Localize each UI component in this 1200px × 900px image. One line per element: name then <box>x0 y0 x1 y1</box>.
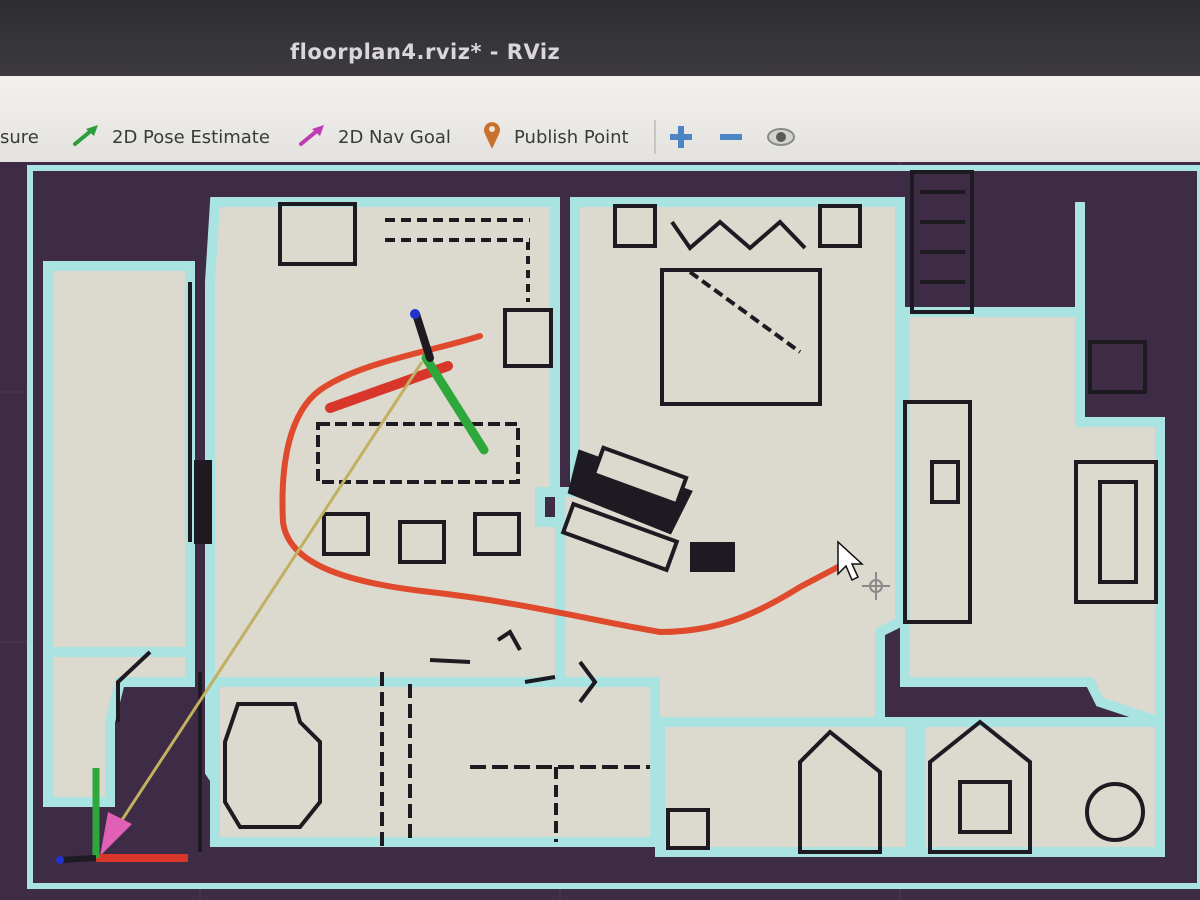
window-titlebar: floorplan4.rviz* - RViz <box>0 0 1200 76</box>
measure-tool-label: sure <box>0 126 39 148</box>
publish-point-tool-button[interactable]: Publish Point <box>482 120 629 155</box>
pose-estimate-tool-button[interactable]: 2D Pose Estimate <box>72 122 270 152</box>
pink-arrow-icon <box>298 123 326 152</box>
map-viewport[interactable] <box>0 162 1200 900</box>
toolbar-separator <box>654 120 656 154</box>
pose-estimate-label: 2D Pose Estimate <box>112 126 270 148</box>
tools-toolbar: sure 2D Pose Estimate 2D Nav Goal Publis… <box>0 76 1200 164</box>
occupancy-map[interactable] <box>0 162 1200 900</box>
window-title: floorplan4.rviz* - RViz <box>290 40 561 64</box>
measure-tool-button[interactable]: sure <box>0 122 39 152</box>
eye-icon <box>767 128 795 146</box>
nav-goal-label: 2D Nav Goal <box>338 126 451 148</box>
green-arrow-icon <box>72 123 100 152</box>
map-pin-icon <box>482 120 502 155</box>
minus-icon <box>720 134 742 140</box>
remove-tool-button[interactable] <box>716 122 746 152</box>
add-tool-button[interactable] <box>666 122 696 152</box>
camera-view-button[interactable] <box>766 122 796 152</box>
nav-goal-tool-button[interactable]: 2D Nav Goal <box>298 122 451 152</box>
plus-icon <box>670 126 692 148</box>
publish-point-label: Publish Point <box>514 126 629 148</box>
